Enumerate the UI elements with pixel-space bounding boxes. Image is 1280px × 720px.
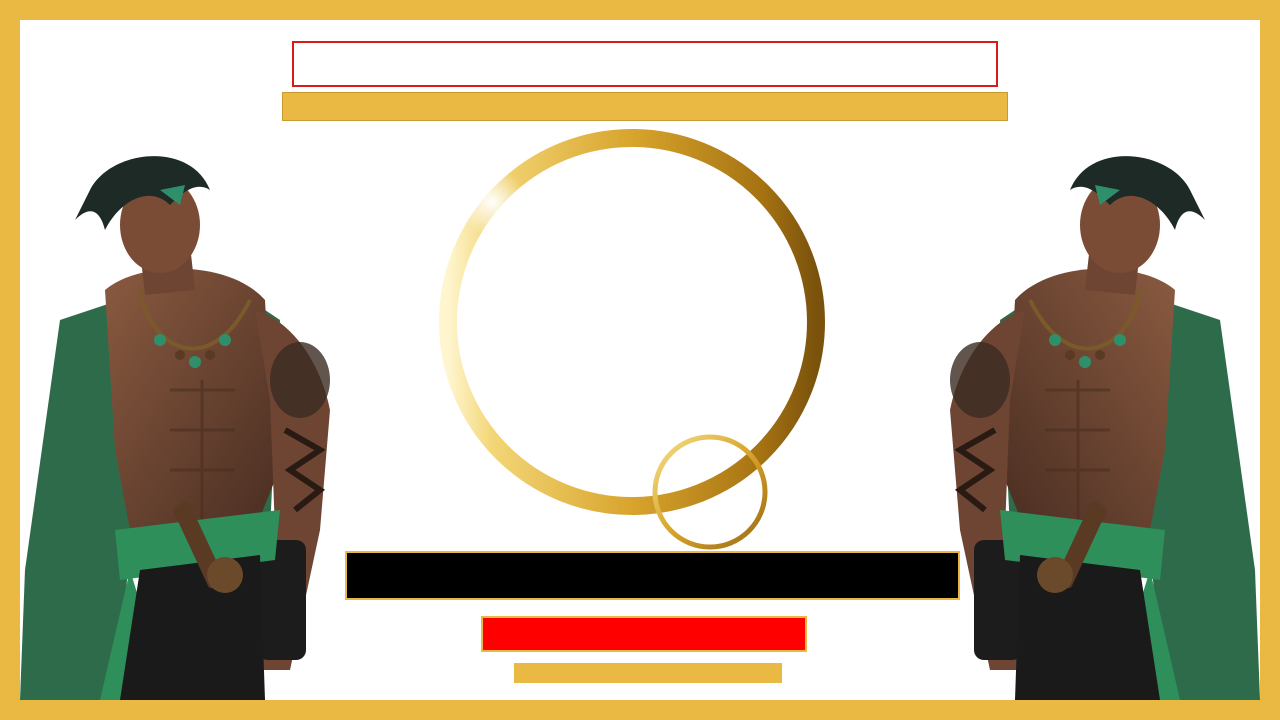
main-banner[interactable] (345, 551, 960, 600)
swordsman-character-left (20, 156, 330, 700)
red-label-box[interactable] (481, 616, 807, 652)
subtitle-bar[interactable] (282, 92, 1008, 121)
title-box[interactable] (292, 41, 998, 87)
footer-bar[interactable] (514, 663, 782, 683)
ring-highlight (458, 168, 526, 236)
slide-background: { "slide": { "title": "", "subtitle": ""… (0, 0, 1280, 720)
gold-ring-graphic (439, 129, 825, 550)
swordsman-character-right (950, 156, 1260, 700)
slide-canvas (20, 20, 1260, 700)
